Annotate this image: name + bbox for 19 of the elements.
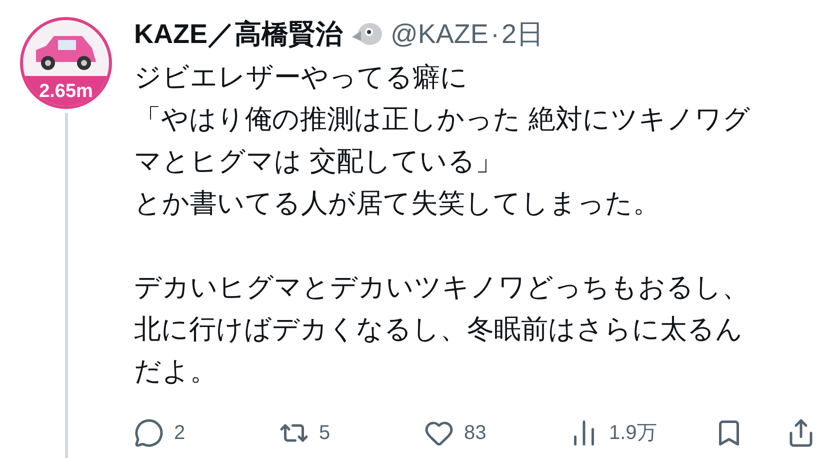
bird-icon	[350, 21, 382, 47]
post-text-line: デカいヒグマとデカいツキノワどっちもおるし、	[134, 271, 749, 304]
avatar[interactable]: 2.65m	[20, 17, 112, 109]
avatar-badge: 2.65m	[23, 76, 109, 106]
post-text-line: ジビエレザーやってる癖に	[134, 61, 468, 94]
speech-bubble-icon	[134, 418, 164, 448]
post-time[interactable]: 2日	[501, 14, 544, 54]
post-text-line: 「やはり俺の推測は正しかった 絶対にツキノワグ	[134, 103, 751, 136]
post-text-line: だよ。	[134, 355, 217, 388]
views-button[interactable]: 1.9万	[569, 418, 657, 448]
user-handle[interactable]: @KAZE	[390, 14, 488, 54]
separator-dot: ·	[490, 18, 500, 51]
reply-button[interactable]: 2	[134, 418, 186, 448]
post-text-line: マとヒグマは 交配している」	[134, 145, 503, 178]
repost-button[interactable]: 5	[279, 418, 330, 448]
post-text-line: とか書いてる人が居て失笑してしまった。	[134, 187, 660, 220]
post-text-line: 北に行けばデカくなるし、冬眠前はさらに太るん	[134, 313, 743, 346]
like-button[interactable]: 83	[424, 418, 486, 448]
display-name[interactable]: KAZE／高橋賢治	[134, 14, 342, 54]
